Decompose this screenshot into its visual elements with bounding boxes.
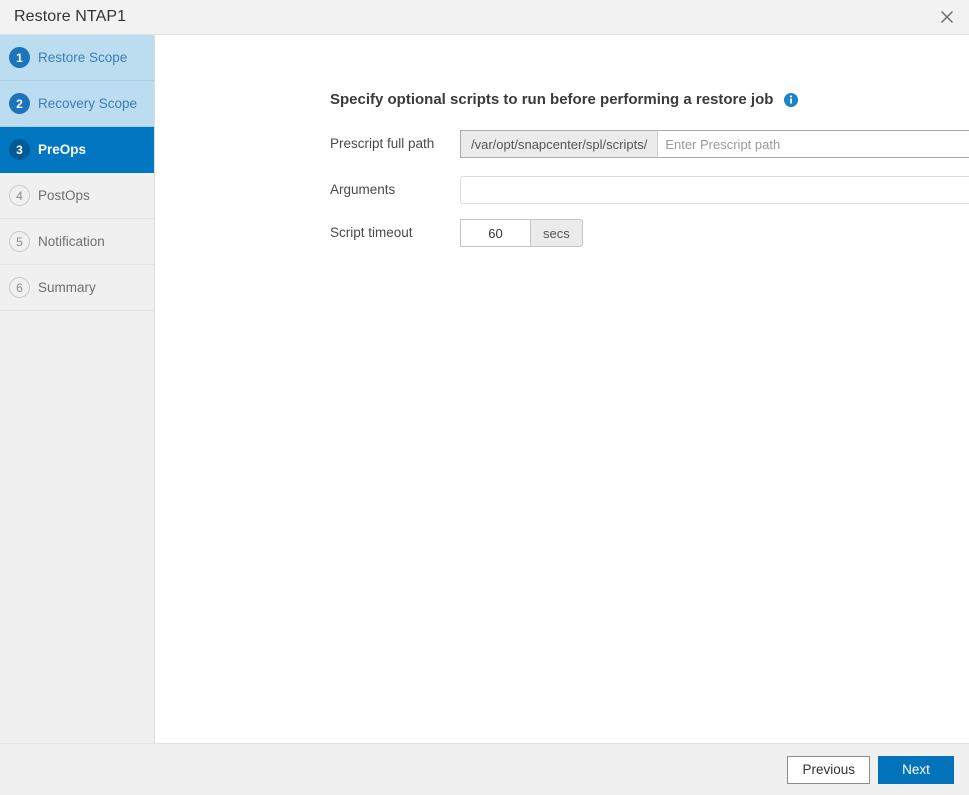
next-button[interactable]: Next: [878, 755, 954, 784]
info-icon[interactable]: [784, 93, 799, 107]
page-title-text: Specify optional scripts to run before p…: [330, 91, 774, 108]
sidebar-item-label: PostOps: [38, 188, 90, 203]
close-icon: [939, 9, 955, 25]
page-title: Specify optional scripts to run before p…: [155, 35, 969, 110]
step-number-badge: 3: [9, 139, 30, 160]
dialog-body: 1 Restore Scope 2 Recovery Scope 3 PreOp…: [0, 35, 969, 743]
form-row-arguments: Arguments: [330, 176, 969, 204]
arguments-input[interactable]: [460, 176, 969, 204]
arguments-label: Arguments: [330, 182, 396, 197]
sidebar-item-notification[interactable]: 5 Notification: [0, 219, 154, 265]
wizard-content-pane: Specify optional scripts to run before p…: [155, 35, 969, 743]
dialog-footer: Previous Next: [0, 743, 969, 795]
sidebar-item-postops[interactable]: 4 PostOps: [0, 173, 154, 219]
sidebar-item-label: PreOps: [38, 142, 87, 157]
form-row-prescript: Prescript full path /var/opt/snapcenter/…: [330, 130, 969, 158]
script-timeout-label: Script timeout: [330, 225, 413, 240]
dialog-title: Restore NTAP1: [14, 8, 127, 25]
sidebar-item-label: Restore Scope: [38, 50, 128, 65]
step-number-badge: 4: [9, 185, 30, 206]
dialog-titlebar: Restore NTAP1: [0, 0, 969, 35]
close-button[interactable]: [925, 0, 969, 34]
sidebar-item-restore-scope[interactable]: 1 Restore Scope: [0, 35, 154, 81]
sidebar-item-summary[interactable]: 6 Summary: [0, 265, 154, 311]
sidebar-item-label: Summary: [38, 280, 96, 295]
sidebar-filler: [0, 311, 154, 743]
sidebar-item-preops[interactable]: 3 PreOps: [0, 127, 154, 173]
form-row-script-timeout: Script timeout secs: [330, 219, 583, 247]
step-number-badge: 2: [9, 93, 30, 114]
script-timeout-input[interactable]: [460, 219, 530, 247]
wizard-step-sidebar: 1 Restore Scope 2 Recovery Scope 3 PreOp…: [0, 35, 155, 743]
step-number-badge: 5: [9, 231, 30, 252]
script-timeout-unit: secs: [530, 219, 583, 247]
script-timeout-input-group: secs: [460, 219, 583, 247]
restore-wizard-dialog: Restore NTAP1 1 Restore Scope 2 Recovery…: [0, 0, 969, 795]
prescript-label: Prescript full path: [330, 136, 435, 151]
sidebar-item-label: Recovery Scope: [38, 96, 138, 111]
arguments-input-group: [460, 176, 969, 204]
prescript-input-group: /var/opt/snapcenter/spl/scripts/: [460, 130, 969, 158]
step-number-badge: 1: [9, 47, 30, 68]
step-number-badge: 6: [9, 277, 30, 298]
prescript-path-input[interactable]: [658, 130, 969, 158]
sidebar-item-recovery-scope[interactable]: 2 Recovery Scope: [0, 81, 154, 127]
previous-button[interactable]: Previous: [787, 755, 870, 784]
prescript-path-prefix: /var/opt/snapcenter/spl/scripts/: [460, 130, 659, 158]
sidebar-item-label: Notification: [38, 234, 105, 249]
